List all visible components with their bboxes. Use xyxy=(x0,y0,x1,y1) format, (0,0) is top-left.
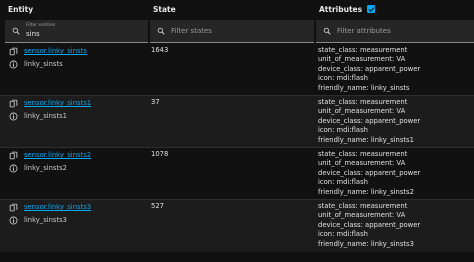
attributes-list: state_class: measurement unit_of_measure… xyxy=(318,98,420,145)
attributes-list: state_class: measurement unit_of_measure… xyxy=(318,46,420,93)
entity-filter-content: Filter entities sins xyxy=(26,24,55,38)
state-value: 1078 xyxy=(151,150,169,158)
copy-icon[interactable] xyxy=(9,151,18,160)
attribute-line: icon: mdi:flash xyxy=(318,230,368,239)
attributes-filter-field[interactable]: Filter attributes xyxy=(316,20,474,43)
attribute-line: state_class: measurement xyxy=(318,202,408,210)
attribute-line: icon: mdi:flash xyxy=(318,178,368,187)
state-value: 527 xyxy=(151,202,164,210)
attributes-checkbox[interactable] xyxy=(367,5,376,13)
info-icon[interactable] xyxy=(9,60,18,69)
attributes-list: state_class: measurement unit_of_measure… xyxy=(318,202,420,249)
friendly-name-line: linky_sinsts2 xyxy=(9,163,67,173)
attribute-line: state_class: measurement xyxy=(318,46,408,54)
attributes-filter-input[interactable]: Filter attributes xyxy=(337,27,391,35)
state-column-header: State xyxy=(153,4,176,14)
attributes-list: state_class: measurement unit_of_measure… xyxy=(318,150,420,197)
entity-friendly-name: linky_sinsts3 xyxy=(24,216,68,224)
info-icon[interactable] xyxy=(9,216,18,225)
search-icon xyxy=(12,27,20,35)
attribute-line: device_class: apparent_power xyxy=(318,168,421,177)
attribute-line: device_class: apparent_power xyxy=(318,116,421,125)
filter-row: Filter entities sins Filter states Filte… xyxy=(0,20,474,43)
attribute-line: device_class: apparent_power xyxy=(318,220,421,229)
entity-id-link[interactable]: sensor.linky_sinsts xyxy=(24,47,87,55)
attribute-line: unit_of_measurement: VA xyxy=(318,55,406,64)
entity-filter-label: Filter entities xyxy=(26,23,56,29)
entity-column-header: Entity xyxy=(8,4,34,14)
table-row: sensor.linky_sinsts linky_sinsts 1643 st… xyxy=(0,44,474,96)
check-icon xyxy=(368,6,374,12)
entity-friendly-name: linky_sinsts xyxy=(24,60,63,68)
copy-icon[interactable] xyxy=(9,99,18,108)
entity-friendly-name: linky_sinsts1 xyxy=(24,112,68,120)
attribute-line: unit_of_measurement: VA xyxy=(318,211,406,220)
table-row: sensor.linky_sinsts3 linky_sinsts3 527 s… xyxy=(0,200,474,252)
entity-friendly-name: linky_sinsts2 xyxy=(24,164,68,172)
friendly-name-line: linky_sinsts xyxy=(9,59,63,69)
entity-id-line: sensor.linky_sinsts2 xyxy=(9,150,91,160)
attribute-line: icon: mdi:flash xyxy=(318,74,368,83)
entity-id-line: sensor.linky_sinsts3 xyxy=(9,202,91,212)
entity-filter-input[interactable]: sins xyxy=(26,30,55,38)
attribute-line: unit_of_measurement: VA xyxy=(318,107,406,116)
attributes-column-header: Attributes xyxy=(319,0,376,18)
entity-id-line: sensor.linky_sinsts xyxy=(9,46,87,56)
entity-id-link[interactable]: sensor.linky_sinsts3 xyxy=(24,203,91,211)
copy-icon[interactable] xyxy=(9,203,18,212)
attribute-line: state_class: measurement xyxy=(318,150,408,158)
attribute-line: friendly_name: linky_sinsts1 xyxy=(318,135,414,144)
attributes-header-label: Attributes xyxy=(319,4,363,14)
attribute-line: state_class: measurement xyxy=(318,98,408,106)
friendly-name-line: linky_sinsts1 xyxy=(9,111,67,121)
attribute-line: friendly_name: linky_sinsts2 xyxy=(318,187,414,196)
entity-id-link[interactable]: sensor.linky_sinsts1 xyxy=(24,99,91,107)
entity-id-line: sensor.linky_sinsts1 xyxy=(9,98,91,108)
attribute-line: device_class: apparent_power xyxy=(318,64,421,73)
attribute-line: unit_of_measurement: VA xyxy=(318,159,406,168)
state-filter-input[interactable]: Filter states xyxy=(171,27,212,35)
attribute-line: friendly_name: linky_sinsts3 xyxy=(318,239,414,248)
attribute-line: icon: mdi:flash xyxy=(318,126,368,135)
copy-icon[interactable] xyxy=(9,47,18,56)
attribute-line: friendly_name: linky_sinsts xyxy=(318,83,410,92)
table-header: Entity State Attributes xyxy=(0,0,474,18)
info-icon[interactable] xyxy=(9,112,18,121)
entity-filter-field[interactable]: Filter entities sins xyxy=(5,20,148,43)
state-filter-field[interactable]: Filter states xyxy=(150,20,314,43)
friendly-name-line: linky_sinsts3 xyxy=(9,215,67,225)
entity-id-link[interactable]: sensor.linky_sinsts2 xyxy=(24,151,91,159)
info-icon[interactable] xyxy=(9,164,18,173)
search-icon xyxy=(157,27,165,35)
state-value: 37 xyxy=(151,98,160,106)
table-row: sensor.linky_sinsts2 linky_sinsts2 1078 … xyxy=(0,148,474,200)
state-value: 1643 xyxy=(151,46,169,54)
table-row: sensor.linky_sinsts1 linky_sinsts1 37 st… xyxy=(0,96,474,148)
search-icon xyxy=(323,27,331,35)
